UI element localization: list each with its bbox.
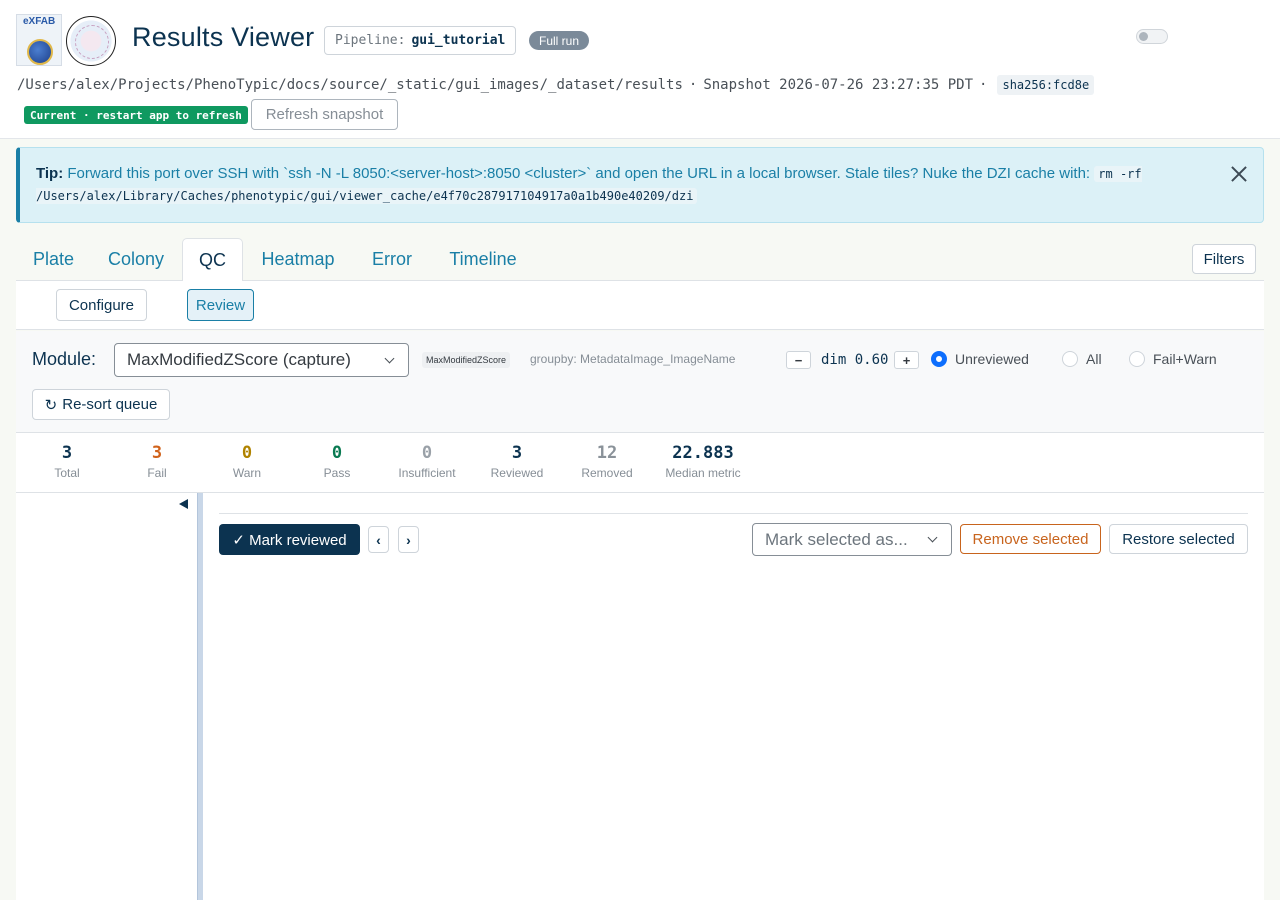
qc-controls: Module: MaxModifiedZScore (capture) MaxM… — [16, 331, 1264, 433]
module-select[interactable]: MaxModifiedZScore (capture) — [114, 343, 409, 377]
radio-label: All — [1086, 351, 1102, 367]
tab-timeline[interactable]: Timeline — [438, 238, 528, 281]
divider — [219, 513, 1248, 514]
mark-select-placeholder: Mark selected as... — [765, 529, 908, 549]
radio-fail-warn[interactable]: Fail+Warn — [1129, 351, 1217, 367]
refresh-snapshot-button[interactable]: Refresh snapshot — [251, 99, 398, 130]
stat-total: 3 Total — [22, 443, 112, 480]
snapshot-hash: sha256:fcd8e — [997, 75, 1095, 95]
stat-reviewed: 3 Reviewed — [472, 443, 562, 480]
qc-stats-bar: 3 Total 3 Fail 0 Warn 0 Pass 0 Insuffici… — [16, 433, 1264, 493]
review-panel: ✓ Mark reviewed ‹ › Mark selected as... … — [203, 493, 1264, 900]
toggle-knob — [1139, 32, 1148, 41]
snapshot-status-badge: Current · restart app to refresh — [24, 106, 248, 124]
filters-button[interactable]: Filters — [1192, 244, 1256, 274]
queue-panel — [16, 493, 197, 900]
stat-label: Reviewed — [490, 466, 544, 480]
stat-label: Insufficient — [398, 466, 456, 480]
stat-removed: 12 Removed — [562, 443, 652, 480]
radio-unreviewed[interactable]: Unreviewed — [931, 351, 1029, 367]
refresh-icon: ↻ — [44, 396, 58, 414]
tab-qc[interactable]: QC — [182, 238, 243, 282]
stat-value: 0 — [421, 443, 433, 463]
dim-decrease-button[interactable]: − — [786, 351, 811, 369]
radio-dot — [1129, 351, 1145, 367]
tab-colony[interactable]: Colony — [96, 238, 176, 281]
restore-selected-button[interactable]: Restore selected — [1109, 524, 1248, 554]
mark-selected-as-select[interactable]: Mark selected as... — [752, 523, 952, 556]
app-header: eXFAB Results Viewer Pipeline: gui_tutor… — [0, 0, 1280, 139]
subtab-configure[interactable]: Configure — [56, 289, 147, 321]
stat-median-metric: 22.883 Median metric — [658, 443, 748, 480]
groupby-label: groupby: MetadataImage_ImageName — [530, 352, 736, 366]
stat-value: 0 — [331, 443, 343, 463]
stat-warn: 0 Warn — [202, 443, 292, 480]
stat-insufficient: 0 Insufficient — [382, 443, 472, 480]
dim-value: dim 0.60 — [821, 352, 889, 368]
pipeline-indicator: Pipeline: gui_tutorial — [324, 26, 517, 55]
exfab-nsf-logo: eXFAB — [16, 14, 62, 66]
qc-subtabs: Configure Review — [16, 281, 1264, 330]
separator: · — [979, 77, 988, 93]
dim-increase-button[interactable]: + — [894, 351, 919, 369]
separator: · — [688, 77, 698, 93]
collapse-left-icon[interactable] — [179, 499, 188, 509]
snapshot-timestamp: Snapshot 2026-07-26 23:27:35 PDT — [703, 77, 974, 93]
tip-label: Tip: — [36, 165, 64, 182]
stat-label: Median metric — [665, 466, 741, 480]
pipeline-key: Pipeline: — [335, 33, 406, 48]
module-label: Module: — [32, 349, 97, 369]
stat-value: 22.883 — [672, 443, 734, 463]
stat-label: Warn — [232, 466, 262, 480]
tab-error[interactable]: Error — [361, 238, 423, 281]
previous-button[interactable]: ‹ — [368, 526, 389, 553]
tab-plate[interactable]: Plate — [16, 238, 91, 281]
results-path-line: /Users/alex/Projects/PhenoTypic/docs/sou… — [17, 75, 1095, 95]
stat-value: 12 — [596, 443, 618, 463]
chevron-down-icon — [927, 532, 938, 543]
stat-value: 0 — [241, 443, 253, 463]
pipeline-value: gui_tutorial — [411, 33, 506, 48]
logo-text: eXFAB — [23, 16, 56, 27]
run-mode-badge: Full run — [529, 31, 590, 50]
tip-text: Forward this port over SSH with `ssh -N … — [67, 165, 1091, 182]
close-icon[interactable] — [1229, 164, 1249, 184]
radio-dot — [931, 351, 947, 367]
theme-toggle[interactable] — [1136, 29, 1168, 44]
next-button[interactable]: › — [398, 526, 419, 553]
tab-heatmap[interactable]: Heatmap — [250, 238, 346, 281]
nsf-seal-icon — [27, 39, 53, 65]
main-tabs: Plate Colony QC Heatmap Error Timeline — [16, 238, 1264, 282]
stat-fail: 3 Fail — [112, 443, 202, 480]
chevron-down-icon — [384, 353, 395, 364]
radio-all[interactable]: All — [1062, 351, 1102, 367]
results-path: /Users/alex/Projects/PhenoTypic/docs/sou… — [17, 77, 683, 93]
radio-dot — [1062, 351, 1078, 367]
mark-reviewed-button[interactable]: ✓ Mark reviewed — [219, 524, 360, 555]
stat-pass: 0 Pass — [292, 443, 382, 480]
stat-label: Fail — [147, 466, 167, 480]
subtab-review[interactable]: Review — [187, 289, 254, 321]
module-tag: MaxModifiedZScore — [422, 352, 511, 368]
phenotypic-logo — [66, 16, 116, 66]
resort-queue-button[interactable]: ↻ Re-sort queue — [32, 389, 170, 420]
stat-value: 3 — [151, 443, 163, 463]
stat-label: Removed — [581, 466, 633, 480]
radio-label: Unreviewed — [955, 351, 1029, 367]
stat-value: 3 — [511, 443, 523, 463]
radio-label: Fail+Warn — [1153, 351, 1217, 367]
stat-value: 3 — [61, 443, 73, 463]
stat-label: Pass — [323, 466, 351, 480]
remove-selected-button[interactable]: Remove selected — [960, 524, 1101, 554]
page-title: Results Viewer — [132, 22, 315, 52]
module-select-value: MaxModifiedZScore (capture) — [127, 350, 351, 369]
tip-alert: Tip: Forward this port over SSH with `ss… — [16, 147, 1264, 223]
resort-label: Re-sort queue — [62, 396, 158, 413]
stat-label: Total — [54, 466, 80, 480]
